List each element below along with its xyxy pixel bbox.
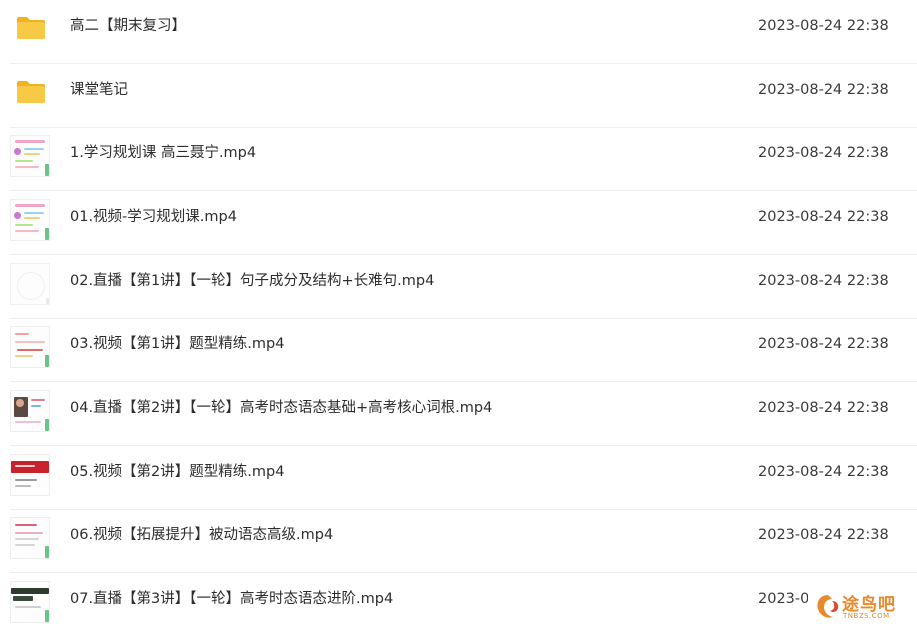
file-name: 05.视频【第2讲】题型精练.mp4 — [70, 464, 285, 480]
video-thumbnail-icon — [10, 390, 50, 432]
file-name: 04.直播【第2讲】【一轮】高考时态语态基础+高考核心词根.mp4 — [70, 400, 493, 416]
folder-icon — [17, 17, 45, 39]
file-modified-time: 2023-08-24 22:38 — [758, 209, 889, 225]
file-modified-time: 2023-08-24 22:38 — [758, 82, 889, 98]
file-row-video[interactable]: 06.视频【拓展提升】被动语态高级.mp4 2023-08-24 22:38 — [0, 509, 917, 573]
file-row-folder-final-review[interactable]: 高二【期末复习】 2023-08-24 22:38 — [0, 0, 917, 64]
video-thumbnail-icon — [10, 326, 50, 368]
file-row-video[interactable]: 02.直播【第1讲】【一轮】句子成分及结构+长难句.mp4 2023-08-24… — [0, 255, 917, 319]
file-row-video[interactable]: 07.直播【第3讲】【一轮】高考时态语态进阶.mp4 2023-0 — [0, 573, 917, 637]
file-name: 高二【期末复习】 — [70, 18, 186, 34]
file-row-folder-class-notes[interactable]: 课堂笔记 2023-08-24 22:38 — [0, 64, 917, 128]
file-modified-time: 2023-08-24 22:38 — [758, 18, 889, 34]
file-modified-time: 2023-0 — [758, 591, 810, 607]
file-name: 07.直播【第3讲】【一轮】高考时态语态进阶.mp4 — [70, 591, 394, 607]
file-name: 06.视频【拓展提升】被动语态高级.mp4 — [70, 527, 334, 543]
folder-icon — [17, 81, 45, 103]
video-thumbnail-icon — [10, 517, 50, 559]
video-thumbnail-icon — [10, 581, 50, 623]
file-row-video[interactable]: 03.视频【第1讲】题型精练.mp4 2023-08-24 22:38 — [0, 318, 917, 382]
file-row-video[interactable]: 04.直播【第2讲】【一轮】高考时态语态基础+高考核心词根.mp4 2023-0… — [0, 382, 917, 446]
file-name: 课堂笔记 — [70, 82, 128, 98]
file-row-video[interactable]: 05.视频【第2讲】题型精练.mp4 2023-08-24 22:38 — [0, 446, 917, 510]
file-row-video[interactable]: 1.学习规划课 高三聂宁.mp4 2023-08-24 22:38 — [0, 127, 917, 191]
watermark: 途鸟吧 TNBZS.COM — [808, 588, 917, 628]
video-thumbnail-icon — [10, 199, 50, 241]
file-name: 03.视频【第1讲】题型精练.mp4 — [70, 336, 285, 352]
file-modified-time: 2023-08-24 22:38 — [758, 273, 889, 289]
video-thumbnail-icon — [10, 454, 50, 496]
file-modified-time: 2023-08-24 22:38 — [758, 336, 889, 352]
file-name: 01.视频-学习规划课.mp4 — [70, 209, 237, 225]
file-modified-time: 2023-08-24 22:38 — [758, 464, 889, 480]
file-modified-time: 2023-08-24 22:38 — [758, 527, 889, 543]
file-row-video[interactable]: 01.视频-学习规划课.mp4 2023-08-24 22:38 — [0, 191, 917, 255]
video-thumbnail-icon — [10, 263, 50, 305]
video-thumbnail-icon — [10, 135, 50, 177]
bird-logo-icon — [817, 595, 839, 618]
file-name: 02.直播【第1讲】【一轮】句子成分及结构+长难句.mp4 — [70, 273, 435, 289]
file-modified-time: 2023-08-24 22:38 — [758, 400, 889, 416]
file-modified-time: 2023-08-24 22:38 — [758, 145, 889, 161]
file-name: 1.学习规划课 高三聂宁.mp4 — [70, 145, 257, 161]
watermark-subtext: TNBZS.COM — [843, 612, 890, 620]
